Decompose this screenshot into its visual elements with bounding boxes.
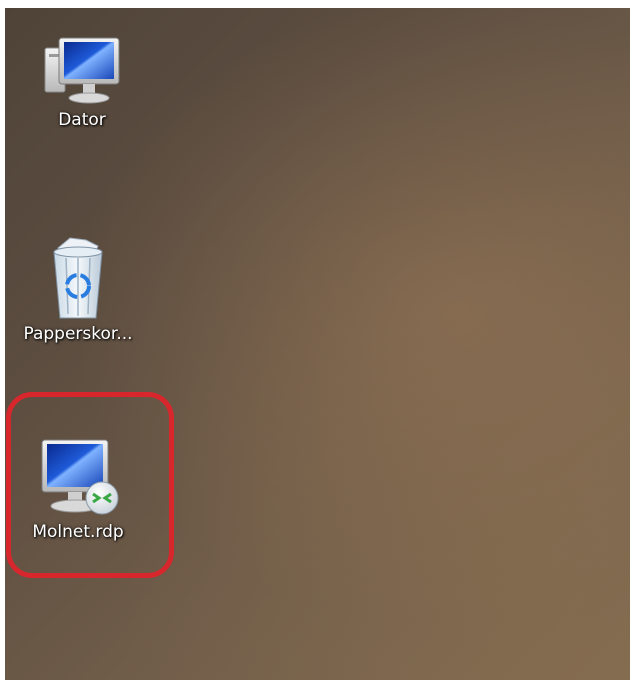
desktop-icon-label: Dator <box>58 110 106 130</box>
computer-icon <box>37 30 127 110</box>
desktop-icon-papperskorg[interactable]: Papperskor... <box>5 234 153 344</box>
desktop-icon-label: Papperskor... <box>23 324 133 344</box>
recycle-bin-icon <box>38 234 118 324</box>
highlight-circle <box>6 392 174 578</box>
desktop-icon-dator[interactable]: Dator <box>7 30 157 130</box>
desktop: Dator Papperskor... Molnet.rdp <box>5 8 630 680</box>
